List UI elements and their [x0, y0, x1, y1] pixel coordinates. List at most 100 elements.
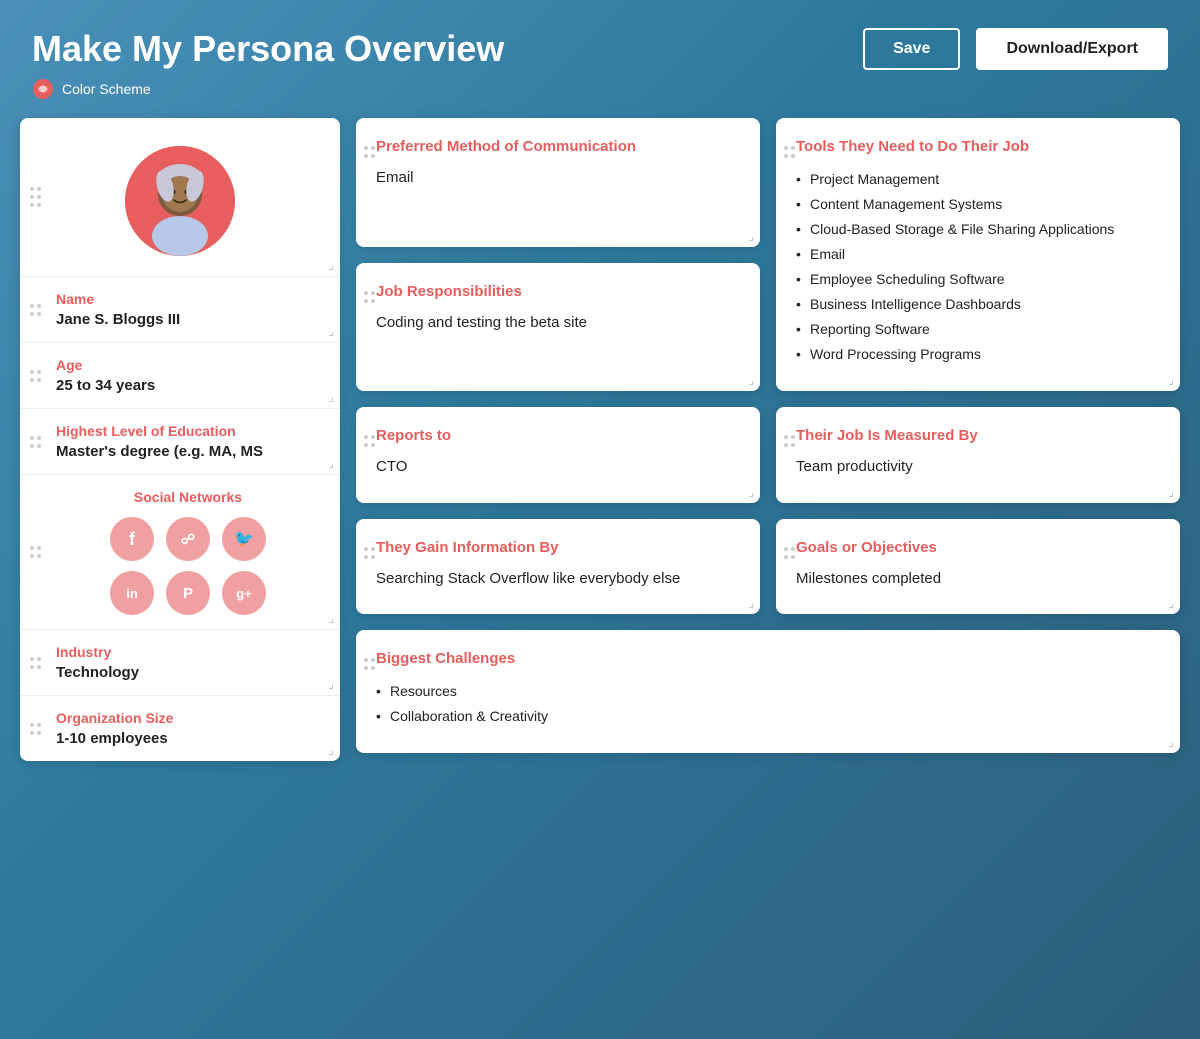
resize-handle-goals[interactable]: ⌟ — [1168, 596, 1174, 610]
linkedin-icon[interactable]: in — [110, 571, 154, 615]
measured-title: Their Job Is Measured By — [796, 427, 1160, 444]
page-title: Make My Persona Overview — [32, 28, 504, 70]
drag-handle-challenges — [364, 658, 375, 670]
avatar-section: ⌟ — [20, 118, 340, 277]
reports-card: Reports to CTO ⌟ — [356, 407, 760, 503]
resize-handle-measured[interactable]: ⌟ — [1168, 485, 1174, 499]
resize-handle-industry[interactable]: ⌟ — [328, 677, 334, 691]
job-resp-card: Job Responsibilities Coding and testing … — [356, 263, 760, 392]
comm-title: Preferred Method of Communication — [376, 138, 740, 155]
header-actions: Save Download/Export — [863, 28, 1168, 70]
resize-handle-gain-info[interactable]: ⌟ — [748, 596, 754, 610]
age-block: Age 25 to 34 years ⌟ — [20, 343, 340, 409]
name-value: Jane S. Bloggs III — [56, 311, 320, 328]
education-block: Highest Level of Education Master's degr… — [20, 409, 340, 475]
reports-value: CTO — [376, 456, 740, 479]
comm-card: Preferred Method of Communication Email … — [356, 118, 760, 247]
resize-handle-social[interactable]: ⌟ — [328, 611, 334, 625]
gain-info-title: They Gain Information By — [376, 539, 740, 556]
color-scheme-label: Color Scheme — [62, 81, 151, 97]
education-label: Highest Level of Education — [56, 423, 320, 439]
facebook-icon[interactable]: f — [110, 517, 154, 561]
drag-handle-edu — [30, 436, 41, 448]
resize-handle-org[interactable]: ⌟ — [328, 743, 334, 757]
goals-value: Milestones completed — [796, 568, 1160, 591]
measured-card: Their Job Is Measured By Team productivi… — [776, 407, 1180, 503]
download-button[interactable]: Download/Export — [976, 28, 1168, 70]
job-resp-value: Coding and testing the beta site — [376, 312, 740, 335]
challenges-title: Biggest Challenges — [376, 650, 1160, 667]
tools-list: Project Management Content Management Sy… — [796, 167, 1160, 367]
drag-handle-measured — [784, 435, 795, 447]
list-item: Word Processing Programs — [796, 342, 1160, 367]
social-label: Social Networks — [56, 489, 320, 505]
comm-value: Email — [376, 167, 740, 190]
drag-handle-age — [30, 370, 41, 382]
goals-card: Goals or Objectives Milestones completed… — [776, 519, 1180, 615]
name-block: Name Jane S. Bloggs III ⌟ — [20, 277, 340, 343]
measured-value: Team productivity — [796, 456, 1160, 479]
resize-handle[interactable]: ⌟ — [328, 258, 334, 272]
list-item: Reporting Software — [796, 317, 1160, 342]
resize-handle-job-resp[interactable]: ⌟ — [748, 373, 754, 387]
social-row-2: in P g+ — [110, 571, 266, 615]
right-grid: Preferred Method of Communication Email … — [356, 118, 1180, 753]
drag-handle-goals — [784, 547, 795, 559]
sub-header: Color Scheme — [0, 70, 1200, 118]
list-item: Content Management Systems — [796, 192, 1160, 217]
drag-handle-tools — [784, 146, 795, 158]
color-scheme-icon — [32, 78, 54, 100]
challenges-list: Resources Collaboration & Creativity — [376, 679, 1160, 729]
resize-handle-tools[interactable]: ⌟ — [1168, 373, 1174, 387]
social-icons: f ☍ 🐦 in P g+ — [56, 517, 320, 615]
resize-handle-age[interactable]: ⌟ — [328, 390, 334, 404]
tools-card: Tools They Need to Do Their Job Project … — [776, 118, 1180, 391]
list-item: Employee Scheduling Software — [796, 267, 1160, 292]
drag-handle-org — [30, 723, 41, 735]
resize-handle-name[interactable]: ⌟ — [328, 324, 334, 338]
list-item: Resources — [376, 679, 1160, 704]
drag-handle-avatar — [30, 187, 41, 207]
industry-label: Industry — [56, 644, 320, 660]
resize-handle-challenges[interactable]: ⌟ — [1168, 735, 1174, 749]
org-size-value: 1-10 employees — [56, 730, 320, 747]
googleplus-icon[interactable]: g+ — [222, 571, 266, 615]
twitter-icon[interactable]: 🐦 — [222, 517, 266, 561]
industry-block: Industry Technology ⌟ — [20, 630, 340, 696]
drag-handle-industry — [30, 657, 41, 669]
list-item: Collaboration & Creativity — [376, 704, 1160, 729]
age-label: Age — [56, 357, 320, 373]
education-value: Master's degree (e.g. MA, MS — [56, 443, 320, 460]
list-item: Email — [796, 242, 1160, 267]
resize-handle-edu[interactable]: ⌟ — [328, 456, 334, 470]
org-size-block: Organization Size 1-10 employees ⌟ — [20, 696, 340, 761]
avatar — [125, 146, 235, 256]
reports-title: Reports to — [376, 427, 740, 444]
left-panel: ⌟ Name Jane S. Bloggs III ⌟ Age 25 to 34… — [20, 118, 340, 761]
list-item: Cloud-Based Storage & File Sharing Appli… — [796, 217, 1160, 242]
gain-info-card: They Gain Information By Searching Stack… — [356, 519, 760, 615]
list-item: Business Intelligence Dashboards — [796, 292, 1160, 317]
instagram-icon[interactable]: ☍ — [166, 517, 210, 561]
age-value: 25 to 34 years — [56, 377, 320, 394]
tools-title: Tools They Need to Do Their Job — [796, 138, 1160, 155]
job-resp-title: Job Responsibilities — [376, 283, 740, 300]
drag-handle-comm — [364, 146, 375, 158]
resize-handle-comm[interactable]: ⌟ — [748, 229, 754, 243]
challenges-card: Biggest Challenges Resources Collaborati… — [356, 630, 1180, 753]
save-button[interactable]: Save — [863, 28, 960, 70]
drag-handle-reports — [364, 435, 375, 447]
goals-title: Goals or Objectives — [796, 539, 1160, 556]
social-section: Social Networks f ☍ 🐦 in P g+ ⌟ — [20, 475, 340, 630]
drag-handle-gain-info — [364, 547, 375, 559]
main-content: ⌟ Name Jane S. Bloggs III ⌟ Age 25 to 34… — [0, 118, 1200, 781]
resize-handle-reports[interactable]: ⌟ — [748, 485, 754, 499]
list-item: Project Management — [796, 167, 1160, 192]
pinterest-icon[interactable]: P — [166, 571, 210, 615]
drag-handle-name — [30, 304, 41, 316]
social-row-1: f ☍ 🐦 — [110, 517, 266, 561]
org-size-label: Organization Size — [56, 710, 320, 726]
name-label: Name — [56, 291, 320, 307]
drag-handle-social — [30, 546, 41, 558]
industry-value: Technology — [56, 664, 320, 681]
